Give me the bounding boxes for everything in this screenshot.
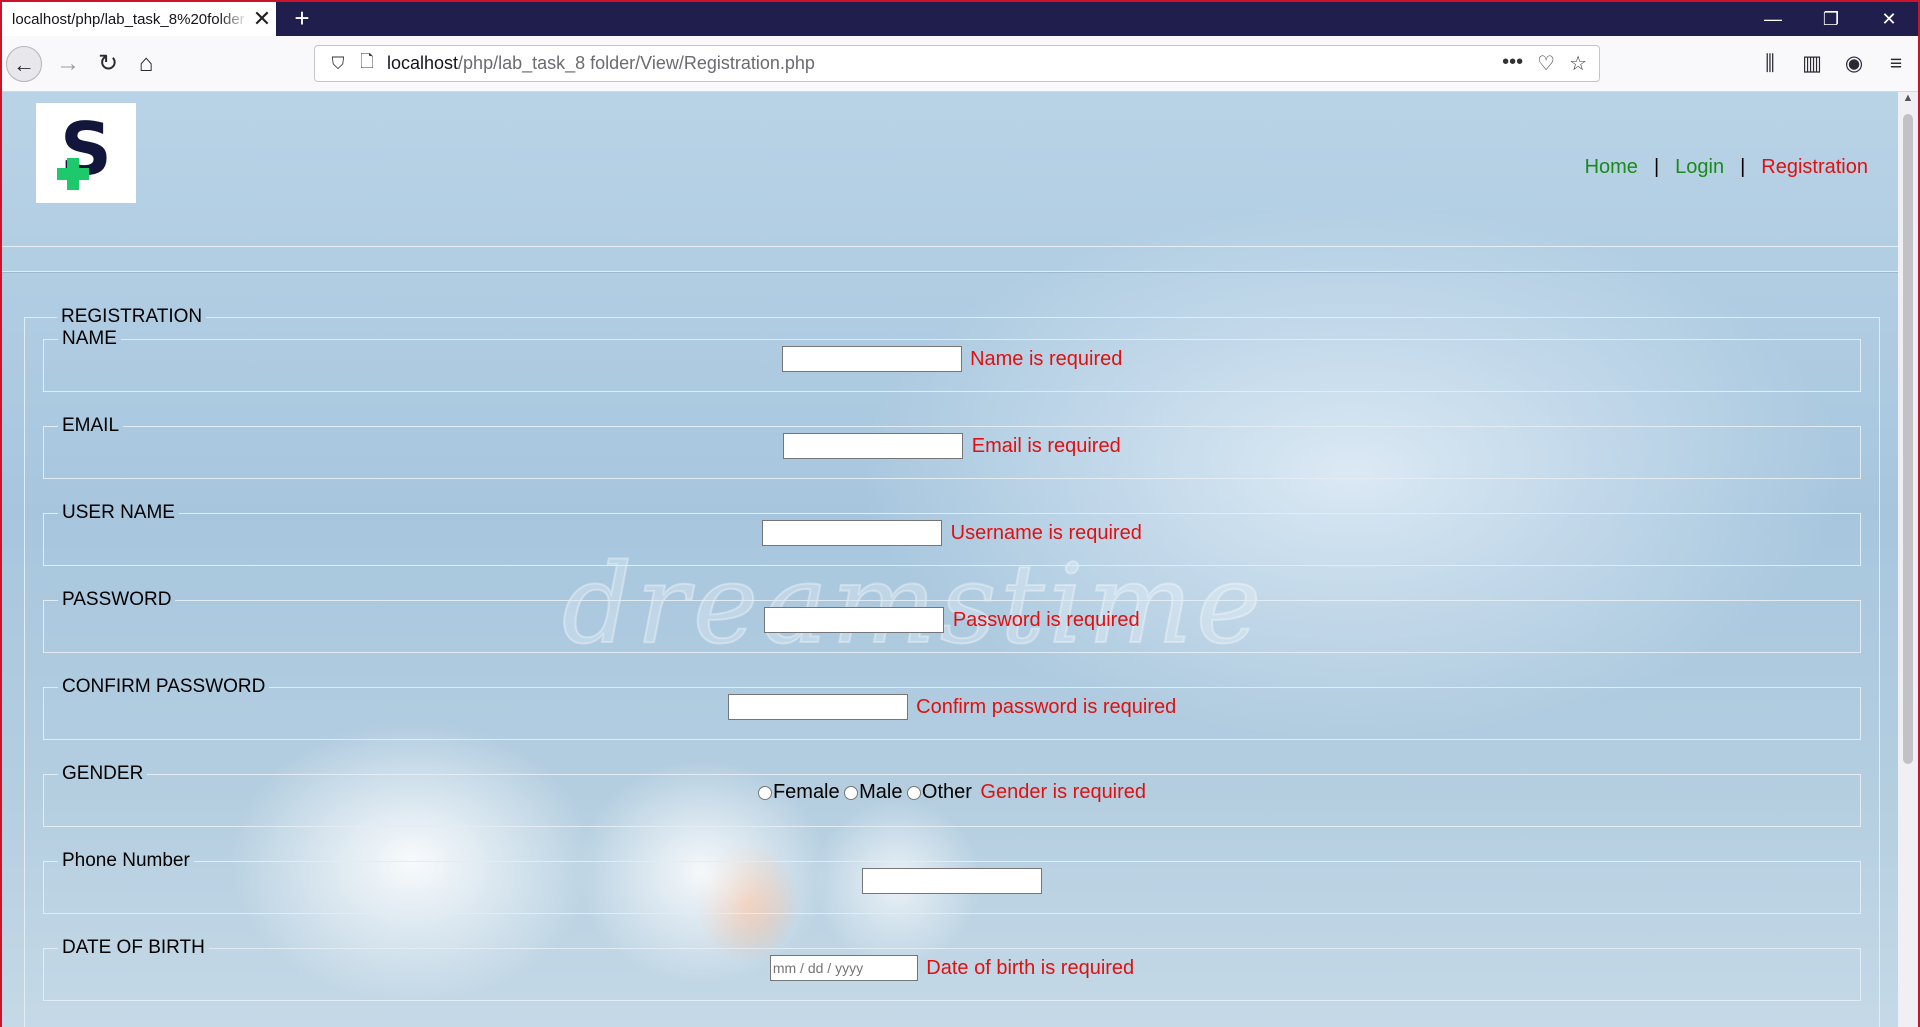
confirm-password-label: CONFIRM PASSWORD — [62, 676, 266, 697]
close-window-button[interactable]: ✕ — [1860, 2, 1918, 36]
password-error: Password is required — [952, 608, 1140, 631]
gender-label: GENDER — [62, 763, 144, 784]
scrollbar-thumb[interactable] — [1903, 114, 1913, 764]
registration-form: REGISTRATION NAME Name is required EMAIL… — [24, 306, 1880, 1027]
page-viewport: dreamstime S Home | Login | Registration REG… — [2, 92, 1898, 1027]
minimize-button[interactable]: — — [1744, 2, 1802, 36]
forward-icon[interactable]: → — [50, 46, 86, 82]
browser-window: localhost/php/lab_task_8%20folder ✕ + — … — [2, 2, 1918, 1027]
name-label: NAME — [62, 328, 117, 349]
url-host: localhost — [387, 53, 459, 73]
form-legend: REGISTRATION — [61, 306, 203, 327]
tab-title: localhost/php/lab_task_8%20folder — [12, 10, 245, 28]
browser-tools: ⫼ ▥ ◉ ≡ — [1754, 46, 1912, 82]
url-path: /php/lab_task_8 folder/View/Registration… — [458, 53, 815, 73]
logo-plus-bar — [57, 168, 89, 180]
gender-option-female[interactable]: Female — [757, 781, 840, 803]
pocket-icon[interactable]: ♡ — [1537, 51, 1555, 76]
dob-input[interactable] — [769, 955, 918, 981]
restore-button[interactable]: ❐ — [1802, 2, 1860, 36]
page-scrollbar[interactable]: ▲ — [1898, 92, 1918, 1027]
bookmark-star-icon[interactable]: ☆ — [1569, 51, 1587, 76]
tab-strip: localhost/php/lab_task_8%20folder ✕ + — … — [2, 2, 1918, 36]
gender-fieldset: GENDER Female Male Other Gender is requi… — [43, 763, 1861, 827]
gender-option-other[interactable]: Other — [906, 781, 972, 803]
sidebar-icon[interactable]: ▥ — [1796, 46, 1828, 82]
gender-error: Gender is required — [980, 781, 1147, 803]
password-label: PASSWORD — [62, 589, 172, 610]
window-controls: — ❐ ✕ — [1744, 2, 1918, 36]
confirm-password-input[interactable] — [727, 694, 908, 720]
page-icon[interactable]: 🗋 — [353, 49, 381, 78]
confirm-password-error: Confirm password is required — [916, 695, 1177, 718]
logo[interactable]: S — [36, 103, 136, 203]
phone-input[interactable] — [862, 868, 1042, 894]
nav-separator: | — [1740, 156, 1746, 178]
username-input[interactable] — [762, 520, 943, 546]
scroll-up-icon[interactable]: ▲ — [1898, 92, 1918, 104]
shield-icon[interactable]: ⛉ — [323, 54, 353, 74]
password-input[interactable] — [764, 607, 945, 633]
more-icon[interactable]: ••• — [1502, 51, 1523, 76]
tab-close-icon[interactable]: ✕ — [248, 6, 276, 32]
password-fieldset: PASSWORD Password is required — [43, 589, 1861, 653]
nav-link-login[interactable]: Login — [1675, 156, 1724, 178]
nav-link-registration[interactable]: Registration — [1761, 156, 1868, 178]
gender-female-label: Female — [772, 781, 840, 803]
dob-fieldset: DATE OF BIRTH Date of birth is required — [43, 937, 1861, 1001]
dob-label: DATE OF BIRTH — [62, 937, 205, 958]
name-fieldset: NAME Name is required — [43, 328, 1861, 392]
name-error: Name is required — [970, 347, 1123, 370]
confirm-password-fieldset: CONFIRM PASSWORD Confirm password is req… — [43, 676, 1861, 740]
email-input[interactable] — [783, 433, 964, 459]
gender-male-label: Male — [859, 781, 903, 803]
navigation-toolbar: ← → ↻ ⌂ ⛉ 🗋 localhost/php/lab_task_8 fol… — [2, 36, 1918, 92]
gender-radio-male[interactable] — [844, 785, 859, 800]
menu-icon[interactable]: ≡ — [1880, 46, 1912, 82]
username-error: Username is required — [950, 521, 1142, 544]
gender-radio-other[interactable] — [906, 785, 921, 800]
library-icon[interactable]: ⫼ — [1754, 46, 1786, 82]
email-error: Email is required — [971, 434, 1121, 457]
email-label: EMAIL — [62, 415, 120, 436]
address-bar[interactable]: ⛉ 🗋 localhost/php/lab_task_8 folder/View… — [314, 45, 1600, 82]
tab-registration[interactable]: localhost/php/lab_task_8%20folder ✕ — [2, 2, 276, 36]
dob-error: Date of birth is required — [926, 956, 1135, 979]
email-fieldset: EMAIL Email is required — [43, 415, 1861, 479]
nav-separator: | — [1653, 156, 1660, 178]
username-label: USER NAME — [62, 502, 175, 523]
gender-radio-female[interactable] — [757, 785, 772, 800]
username-fieldset: USER NAME Username is required — [43, 502, 1861, 566]
reload-icon[interactable]: ↻ — [90, 46, 126, 82]
phone-label: Phone Number — [62, 850, 190, 871]
site-header: S Home | Login | Registration — [2, 92, 1898, 247]
nav-link-home[interactable]: Home — [1585, 156, 1638, 178]
account-icon[interactable]: ◉ — [1838, 46, 1870, 82]
gender-other-label: Other — [921, 781, 972, 803]
horizontal-rule — [2, 271, 1898, 273]
site-nav: Home | Login | Registration — [1585, 156, 1868, 179]
phone-fieldset: Phone Number — [43, 850, 1861, 914]
url-actions: ••• ♡ ☆ — [1502, 51, 1587, 76]
back-icon[interactable]: ← — [6, 46, 42, 82]
home-icon[interactable]: ⌂ — [128, 46, 164, 82]
name-input[interactable] — [781, 346, 962, 372]
gender-option-male[interactable]: Male — [844, 781, 902, 803]
new-tab-button[interactable]: + — [288, 2, 316, 36]
